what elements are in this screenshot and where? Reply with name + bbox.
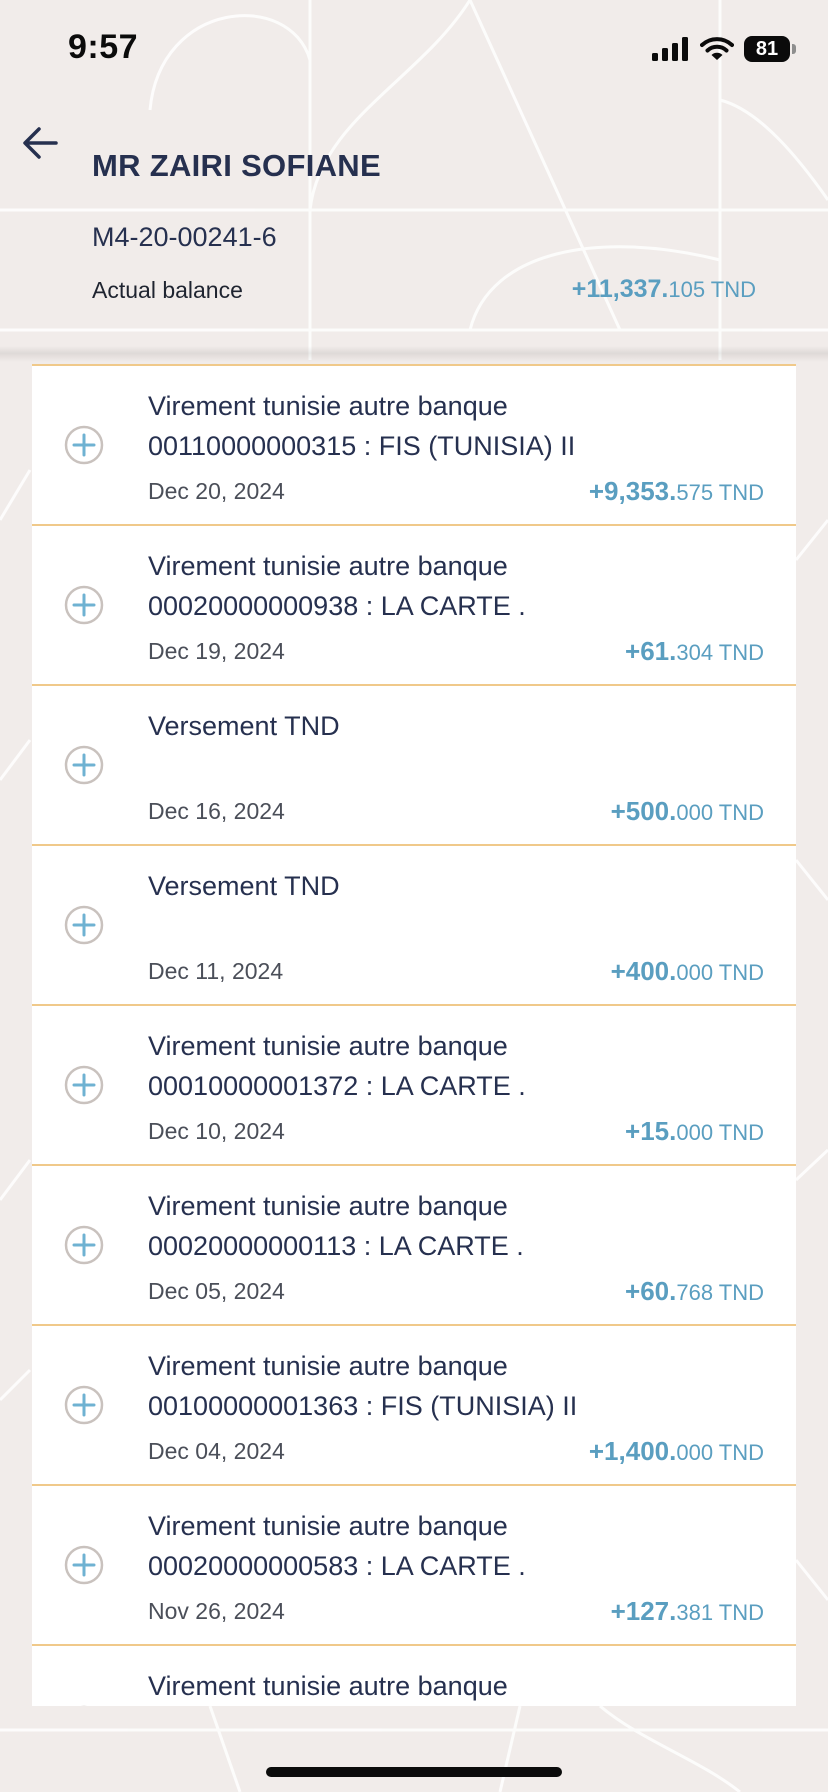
- plus-circle-icon[interactable]: [64, 1065, 104, 1105]
- amount-minor: 575 TND: [676, 480, 764, 505]
- header-shadow: [0, 346, 828, 362]
- transaction-line1: Versement TND: [148, 711, 340, 741]
- status-time: 9:57: [68, 28, 139, 66]
- amount-minor: 381 TND: [676, 1600, 764, 1625]
- transaction-row[interactable]: Virement tunisie autre banque 00110000000…: [32, 364, 796, 524]
- home-indicator[interactable]: [266, 1767, 562, 1777]
- balance-major: +11,337.: [571, 275, 669, 303]
- amount-major: +400.: [610, 956, 677, 986]
- plus-circle-icon[interactable]: [64, 1385, 104, 1425]
- transaction-list[interactable]: Virement tunisie autre banque 00110000000…: [32, 364, 796, 1706]
- transaction-line1: Virement tunisie autre banque: [148, 1351, 508, 1381]
- transaction-date: Nov 26, 2024: [148, 1598, 285, 1624]
- transaction-amount: +60.768 TND: [625, 1276, 764, 1307]
- transaction-line1: Virement tunisie autre banque: [148, 1031, 508, 1061]
- transaction-line2: 00010000001372 : LA CARTE .: [148, 1071, 526, 1101]
- transaction-date: Dec 10, 2024: [148, 1118, 285, 1144]
- transaction-amount: +15.000 TND: [625, 1116, 764, 1147]
- balance-label: Actual balance: [92, 277, 243, 303]
- transaction-description: Virement tunisie autre banque 00020000000…: [148, 1506, 758, 1586]
- account-name: MR ZAIRI SOFIANE: [92, 148, 381, 183]
- plus-circle-icon[interactable]: [64, 1545, 104, 1585]
- transaction-line2: [148, 906, 758, 946]
- amount-major: +500.: [610, 796, 677, 826]
- transaction-row[interactable]: Virement tunisie autre banque 00020000000…: [32, 1484, 796, 1644]
- wifi-icon: [700, 37, 734, 60]
- status-bar: 9:57 81: [0, 0, 828, 100]
- transaction-line2: 00100000001363 : FIS (TUNISIA) II: [148, 1391, 578, 1421]
- transaction-row[interactable]: Virement tunisie autre banque 00020000000…: [32, 1164, 796, 1324]
- amount-major: +61.: [625, 636, 677, 666]
- amount-major: +127.: [610, 1596, 677, 1626]
- signal-icon: [652, 37, 688, 61]
- transaction-line1: Virement tunisie autre banque: [148, 391, 508, 421]
- balance-value: +11,337.105 TND: [572, 275, 756, 304]
- transaction-date: Dec 05, 2024: [148, 1278, 285, 1304]
- transaction-amount: +400.000 TND: [611, 956, 764, 987]
- plus-circle-icon[interactable]: [64, 1705, 104, 1706]
- battery-level: 81: [755, 37, 779, 60]
- transaction-row[interactable]: Versement TND Dec 16, 2024 +500.000 TND: [32, 684, 796, 844]
- transaction-line2: [148, 746, 758, 786]
- amount-major: +9,353.: [588, 476, 677, 506]
- plus-circle-icon[interactable]: [64, 425, 104, 465]
- transaction-amount: +61.304 TND: [625, 636, 764, 667]
- transaction-amount: +1,400.000 TND: [589, 1436, 764, 1467]
- transaction-amount: +127.381 TND: [611, 1596, 764, 1627]
- transaction-date: Dec 16, 2024: [148, 798, 285, 824]
- amount-major: +60.: [625, 1276, 677, 1306]
- transaction-amount: +9,353.575 TND: [589, 476, 764, 507]
- transaction-line1: Versement TND: [148, 871, 340, 901]
- transaction-row[interactable]: Versement TND Dec 11, 2024 +400.000 TND: [32, 844, 796, 1004]
- transaction-row[interactable]: Virement tunisie autre banque: [32, 1644, 796, 1706]
- amount-minor: 000 TND: [676, 960, 764, 985]
- transaction-description: Virement tunisie autre banque: [148, 1666, 758, 1706]
- transaction-amount: +500.000 TND: [611, 796, 764, 827]
- amount-major: +15.: [625, 1116, 677, 1146]
- transaction-line2: 00110000000315 : FIS (TUNISIA) II: [148, 431, 576, 461]
- transaction-description: Virement tunisie autre banque 00100000001…: [148, 1346, 758, 1426]
- transaction-line2: 00020000000938 : LA CARTE .: [148, 591, 526, 621]
- transaction-description: Virement tunisie autre banque 00010000001…: [148, 1026, 758, 1106]
- plus-circle-icon[interactable]: [64, 585, 104, 625]
- transaction-line1: Virement tunisie autre banque: [148, 1671, 508, 1701]
- transaction-line2: 00020000000583 : LA CARTE .: [148, 1551, 526, 1581]
- amount-minor: 768 TND: [676, 1280, 764, 1305]
- amount-major: +1,400.: [588, 1436, 677, 1466]
- back-button[interactable]: [20, 122, 62, 164]
- transaction-line1: Virement tunisie autre banque: [148, 1191, 508, 1221]
- transaction-description: Versement TND: [148, 866, 758, 946]
- transaction-description: Virement tunisie autre banque 00020000000…: [148, 1186, 758, 1266]
- arrow-left-icon: [23, 127, 58, 159]
- battery-tip: [792, 44, 796, 54]
- transaction-line1: Virement tunisie autre banque: [148, 1511, 508, 1541]
- plus-circle-icon[interactable]: [64, 1225, 104, 1265]
- transaction-description: Virement tunisie autre banque 00020000000…: [148, 546, 758, 626]
- transaction-line2: 00020000000113 : LA CARTE .: [148, 1231, 524, 1261]
- status-icons: 81: [652, 34, 796, 64]
- plus-circle-icon[interactable]: [64, 745, 104, 785]
- balance-minor: 105 TND: [668, 277, 756, 302]
- transaction-date: Dec 04, 2024: [148, 1438, 285, 1464]
- transaction-row[interactable]: Virement tunisie autre banque 00020000000…: [32, 524, 796, 684]
- transaction-row[interactable]: Virement tunisie autre banque 00010000001…: [32, 1004, 796, 1164]
- amount-minor: 000 TND: [676, 1440, 764, 1465]
- transaction-row[interactable]: Virement tunisie autre banque 00100000001…: [32, 1324, 796, 1484]
- transaction-date: Dec 11, 2024: [148, 958, 284, 984]
- amount-minor: 000 TND: [676, 800, 764, 825]
- battery-icon: 81: [744, 36, 790, 62]
- transaction-date: Dec 20, 2024: [148, 478, 285, 504]
- plus-circle-icon[interactable]: [64, 905, 104, 945]
- transaction-description: Versement TND: [148, 706, 758, 786]
- account-number: M4-20-00241-6: [92, 222, 277, 252]
- amount-minor: 304 TND: [676, 640, 764, 665]
- transaction-date: Dec 19, 2024: [148, 638, 285, 664]
- transaction-line1: Virement tunisie autre banque: [148, 551, 508, 581]
- transaction-description: Virement tunisie autre banque 00110000000…: [148, 386, 758, 466]
- amount-minor: 000 TND: [676, 1120, 764, 1145]
